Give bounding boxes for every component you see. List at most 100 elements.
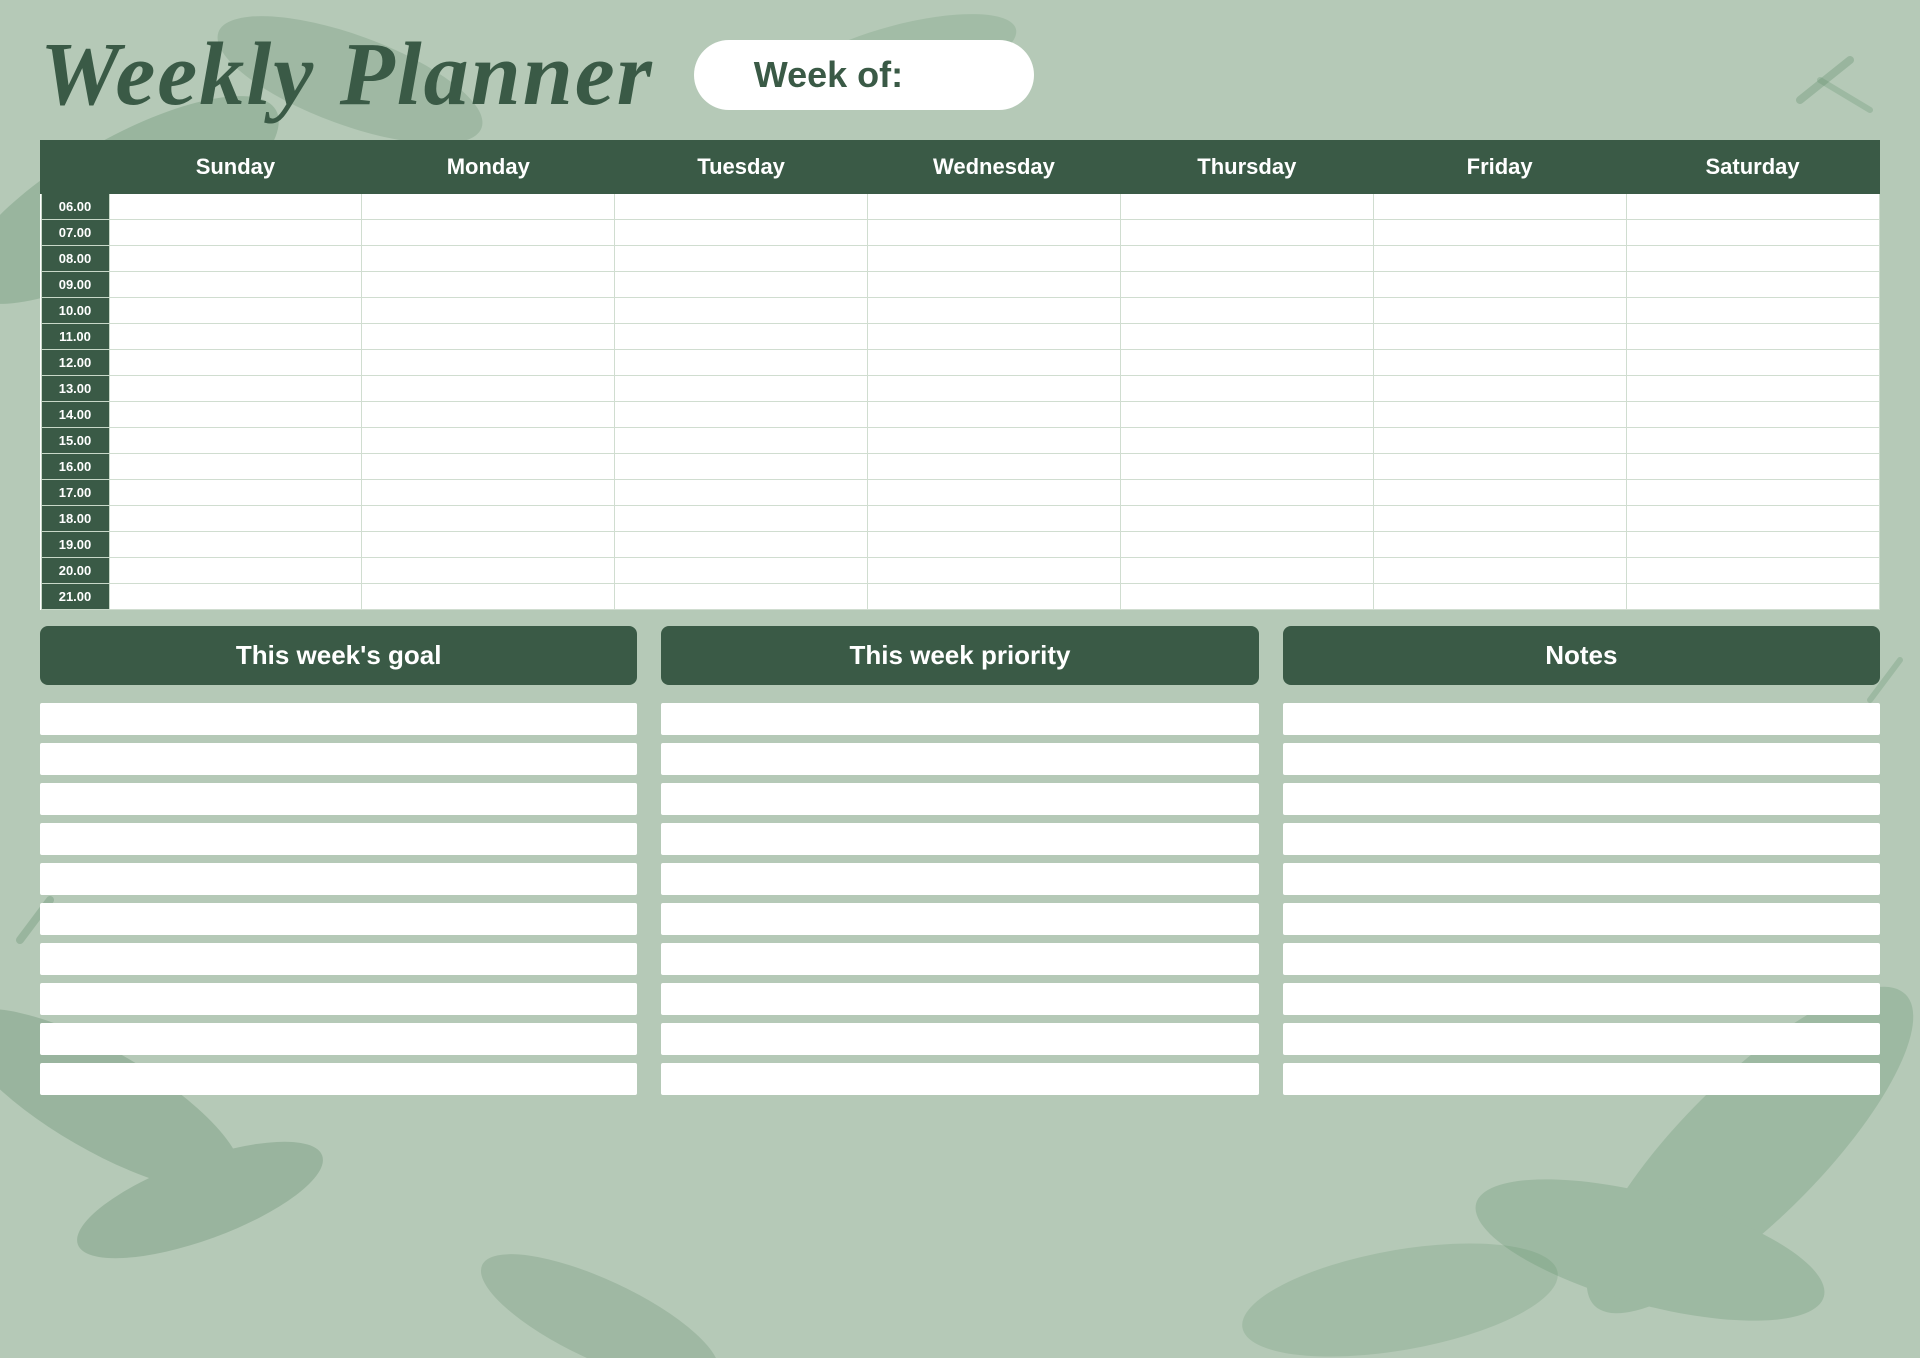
schedule-cell[interactable] — [1120, 271, 1373, 297]
schedule-cell[interactable] — [868, 323, 1121, 349]
schedule-cell[interactable] — [1626, 453, 1879, 479]
schedule-cell[interactable] — [1373, 375, 1626, 401]
goal-line-10[interactable] — [40, 1063, 637, 1095]
schedule-cell[interactable] — [109, 531, 362, 557]
schedule-cell[interactable] — [615, 323, 868, 349]
goal-line-7[interactable] — [40, 943, 637, 975]
schedule-cell[interactable] — [1626, 427, 1879, 453]
schedule-cell[interactable] — [1120, 297, 1373, 323]
notes-line-2[interactable] — [1283, 743, 1880, 775]
schedule-cell[interactable] — [1120, 479, 1373, 505]
schedule-cell[interactable] — [868, 531, 1121, 557]
schedule-cell[interactable] — [615, 427, 868, 453]
schedule-cell[interactable] — [362, 453, 615, 479]
schedule-cell[interactable] — [1373, 271, 1626, 297]
schedule-cell[interactable] — [868, 245, 1121, 271]
schedule-cell[interactable] — [1120, 219, 1373, 245]
schedule-cell[interactable] — [615, 531, 868, 557]
schedule-cell[interactable] — [1373, 219, 1626, 245]
schedule-cell[interactable] — [1120, 193, 1373, 219]
schedule-cell[interactable] — [109, 427, 362, 453]
schedule-cell[interactable] — [1626, 557, 1879, 583]
schedule-cell[interactable] — [1373, 531, 1626, 557]
schedule-cell[interactable] — [1626, 531, 1879, 557]
notes-line-10[interactable] — [1283, 1063, 1880, 1095]
schedule-cell[interactable] — [615, 557, 868, 583]
schedule-cell[interactable] — [1373, 583, 1626, 609]
schedule-cell[interactable] — [1120, 375, 1373, 401]
goal-line-5[interactable] — [40, 863, 637, 895]
schedule-cell[interactable] — [1120, 583, 1373, 609]
schedule-cell[interactable] — [109, 583, 362, 609]
priority-line-7[interactable] — [661, 943, 1258, 975]
schedule-cell[interactable] — [1626, 271, 1879, 297]
schedule-cell[interactable] — [362, 531, 615, 557]
schedule-cell[interactable] — [109, 401, 362, 427]
schedule-cell[interactable] — [109, 349, 362, 375]
goal-line-3[interactable] — [40, 783, 637, 815]
priority-line-2[interactable] — [661, 743, 1258, 775]
schedule-cell[interactable] — [362, 323, 615, 349]
schedule-cell[interactable] — [109, 297, 362, 323]
schedule-cell[interactable] — [615, 375, 868, 401]
schedule-cell[interactable] — [362, 245, 615, 271]
schedule-cell[interactable] — [1120, 505, 1373, 531]
schedule-cell[interactable] — [868, 453, 1121, 479]
schedule-cell[interactable] — [1626, 479, 1879, 505]
schedule-cell[interactable] — [109, 219, 362, 245]
schedule-cell[interactable] — [362, 583, 615, 609]
schedule-cell[interactable] — [1626, 219, 1879, 245]
schedule-cell[interactable] — [615, 453, 868, 479]
schedule-cell[interactable] — [362, 375, 615, 401]
notes-line-7[interactable] — [1283, 943, 1880, 975]
schedule-cell[interactable] — [109, 271, 362, 297]
schedule-cell[interactable] — [1373, 479, 1626, 505]
schedule-cell[interactable] — [868, 583, 1121, 609]
schedule-cell[interactable] — [1373, 297, 1626, 323]
schedule-cell[interactable] — [1626, 505, 1879, 531]
schedule-cell[interactable] — [868, 271, 1121, 297]
schedule-cell[interactable] — [362, 271, 615, 297]
schedule-cell[interactable] — [868, 427, 1121, 453]
notes-line-8[interactable] — [1283, 983, 1880, 1015]
schedule-cell[interactable] — [362, 219, 615, 245]
schedule-cell[interactable] — [868, 505, 1121, 531]
schedule-cell[interactable] — [868, 375, 1121, 401]
schedule-cell[interactable] — [1120, 427, 1373, 453]
schedule-cell[interactable] — [109, 505, 362, 531]
goal-line-1[interactable] — [40, 703, 637, 735]
schedule-cell[interactable] — [1373, 505, 1626, 531]
priority-line-8[interactable] — [661, 983, 1258, 1015]
schedule-cell[interactable] — [109, 193, 362, 219]
schedule-cell[interactable] — [868, 193, 1121, 219]
priority-line-6[interactable] — [661, 903, 1258, 935]
schedule-cell[interactable] — [615, 271, 868, 297]
schedule-cell[interactable] — [362, 427, 615, 453]
schedule-cell[interactable] — [1626, 323, 1879, 349]
schedule-cell[interactable] — [1373, 557, 1626, 583]
schedule-cell[interactable] — [615, 245, 868, 271]
schedule-cell[interactable] — [868, 401, 1121, 427]
schedule-cell[interactable] — [1120, 531, 1373, 557]
schedule-cell[interactable] — [615, 297, 868, 323]
schedule-cell[interactable] — [1120, 557, 1373, 583]
schedule-cell[interactable] — [615, 401, 868, 427]
schedule-cell[interactable] — [362, 479, 615, 505]
goal-line-2[interactable] — [40, 743, 637, 775]
schedule-cell[interactable] — [1626, 245, 1879, 271]
schedule-cell[interactable] — [868, 297, 1121, 323]
schedule-cell[interactable] — [362, 349, 615, 375]
goal-line-8[interactable] — [40, 983, 637, 1015]
notes-line-4[interactable] — [1283, 823, 1880, 855]
schedule-cell[interactable] — [1373, 427, 1626, 453]
schedule-cell[interactable] — [362, 505, 615, 531]
schedule-cell[interactable] — [1373, 193, 1626, 219]
schedule-cell[interactable] — [1120, 323, 1373, 349]
goal-line-9[interactable] — [40, 1023, 637, 1055]
schedule-cell[interactable] — [1120, 401, 1373, 427]
schedule-cell[interactable] — [1626, 349, 1879, 375]
priority-line-3[interactable] — [661, 783, 1258, 815]
schedule-cell[interactable] — [109, 479, 362, 505]
schedule-cell[interactable] — [1373, 453, 1626, 479]
priority-line-4[interactable] — [661, 823, 1258, 855]
